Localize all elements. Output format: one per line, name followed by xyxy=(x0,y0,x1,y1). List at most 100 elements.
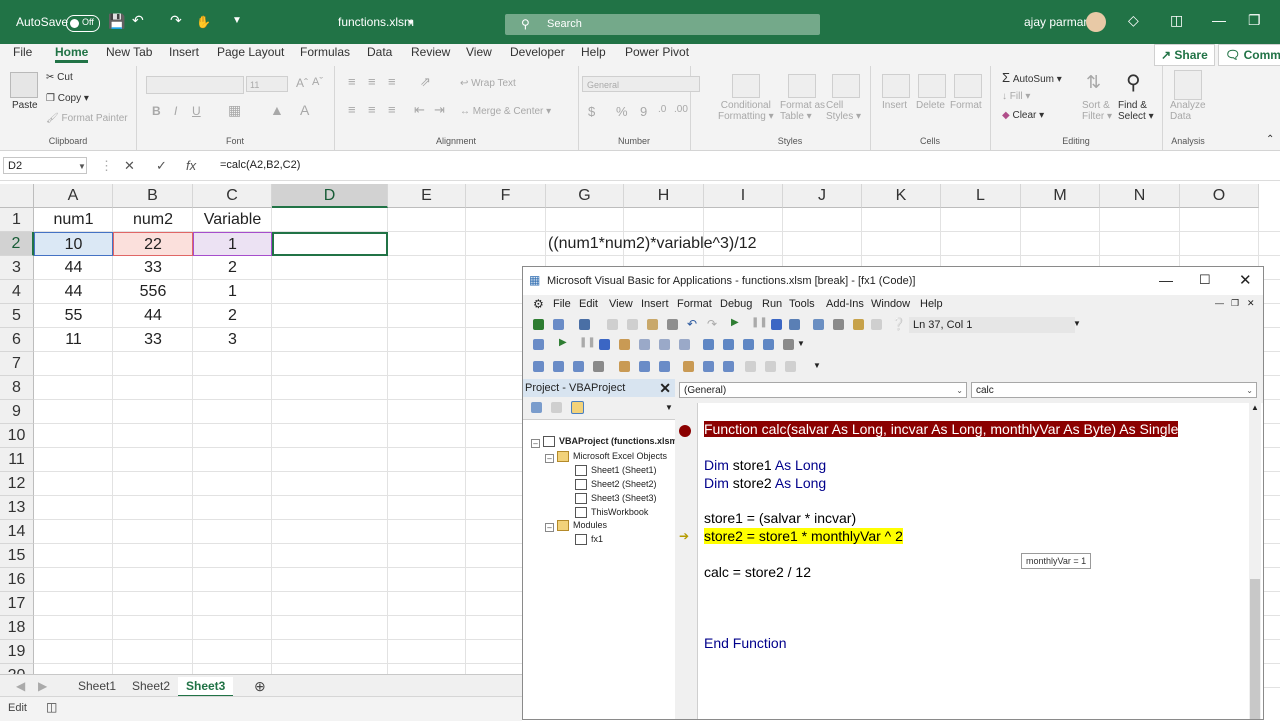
tab-review[interactable]: Review xyxy=(411,45,450,59)
cell-b4[interactable]: 556 xyxy=(113,280,193,304)
ribbon-display-icon[interactable]: ◫ xyxy=(1170,12,1183,29)
undo-icon[interactable]: ↶ xyxy=(132,12,144,29)
insert-cells-button[interactable]: Insert xyxy=(882,100,907,111)
format-cells-button[interactable]: Format xyxy=(950,100,982,111)
delete-cells-button[interactable]: Delete xyxy=(916,100,945,111)
formula-note[interactable]: ((num1*num2)*variable^3)/12 xyxy=(548,232,848,256)
immediate-window-icon[interactable] xyxy=(723,339,734,350)
column-header-g[interactable]: G xyxy=(546,184,624,208)
redo-icon[interactable]: ↷ xyxy=(707,317,717,331)
cell-b2[interactable]: 22 xyxy=(113,232,193,256)
enter-icon[interactable]: ✓ xyxy=(156,158,167,174)
add-sheet-icon[interactable]: ⊕ xyxy=(246,677,274,695)
file-title[interactable]: functions.xlsm xyxy=(338,15,414,29)
scrollbar-thumb[interactable] xyxy=(1250,579,1260,719)
breakpoint-icon[interactable] xyxy=(679,425,691,437)
column-header-b[interactable]: B xyxy=(113,184,193,208)
tree-item-thisworkbook[interactable]: ThisWorkbook xyxy=(575,507,648,519)
accounting-format-icon[interactable]: $ xyxy=(588,104,595,119)
toolbar-options-icon[interactable]: ▼ xyxy=(1073,319,1081,328)
decrease-decimal-icon[interactable]: .00 xyxy=(674,104,688,115)
cell-c2[interactable]: 1 xyxy=(193,232,272,256)
vba-menu-insert[interactable]: Insert xyxy=(641,298,669,310)
row-header-8[interactable]: 8 xyxy=(0,376,34,400)
close-icon[interactable]: ✕ xyxy=(657,379,671,397)
touch-mode-icon[interactable]: ✋ xyxy=(196,15,211,29)
align-center-icon[interactable]: ≡ xyxy=(368,102,376,117)
outdent-icon[interactable] xyxy=(659,361,670,372)
properties-icon[interactable] xyxy=(833,319,844,330)
row-header-16[interactable]: 16 xyxy=(0,568,34,592)
fill-button[interactable]: ↓ Fill ▾ xyxy=(1002,91,1030,102)
find-icon[interactable] xyxy=(667,319,678,330)
align-right-icon[interactable]: ≡ xyxy=(388,102,396,117)
align-bottom-icon[interactable]: ≡ xyxy=(388,74,396,89)
minimize-icon[interactable]: — xyxy=(1159,272,1173,288)
vba-menu-run[interactable]: Run xyxy=(762,298,782,310)
tab-developer[interactable]: Developer xyxy=(510,45,565,59)
row-header-13[interactable]: 13 xyxy=(0,496,34,520)
cut-icon[interactable] xyxy=(607,319,618,330)
scroll-up-icon[interactable]: ▲ xyxy=(1251,403,1259,412)
bold-icon[interactable]: B xyxy=(152,104,161,118)
quick-info-icon[interactable] xyxy=(573,361,584,372)
locals-window-icon[interactable] xyxy=(703,339,714,350)
scroll-right-icon[interactable]: ▶ xyxy=(30,677,55,695)
orientation-icon[interactable]: ⇗ xyxy=(420,74,431,90)
call-stack-icon[interactable] xyxy=(783,339,794,350)
parameter-info-icon[interactable] xyxy=(593,361,604,372)
uncomment-block-icon[interactable] xyxy=(703,361,714,372)
code-line-dim-store2[interactable]: Dim store2 As Long xyxy=(704,475,826,491)
borders-icon[interactable]: ▦ xyxy=(228,102,241,119)
paste-button[interactable]: Paste xyxy=(12,100,38,111)
clear-button[interactable]: ◆ Clear ▾ xyxy=(1002,110,1044,121)
cut-button[interactable]: ✂ Cut xyxy=(46,72,73,83)
tab-data[interactable]: Data xyxy=(367,45,392,59)
list-properties-icon[interactable] xyxy=(533,361,544,372)
comments-button[interactable]: 🗨 Comme xyxy=(1218,44,1280,66)
column-header-e[interactable]: E xyxy=(388,184,466,208)
save-icon[interactable] xyxy=(579,319,590,330)
cell-b6[interactable]: 33 xyxy=(113,328,193,352)
cell-header-c[interactable]: Variable xyxy=(193,208,272,232)
macro-record-icon[interactable]: ◫ xyxy=(46,700,57,714)
sheet-tab-sheet2[interactable]: Sheet2 xyxy=(124,677,178,695)
comment-block-icon[interactable] xyxy=(683,361,694,372)
copy-icon[interactable] xyxy=(627,319,638,330)
align-top-icon[interactable]: ≡ xyxy=(348,74,356,89)
copy-button[interactable]: ❐ Copy ▾ xyxy=(46,93,89,104)
font-name-combo[interactable] xyxy=(146,76,244,94)
shrink-font-icon[interactable]: Aˇ xyxy=(312,76,323,88)
code-line-signature[interactable]: Function calc(salvar As Long, incvar As … xyxy=(704,421,1179,437)
row-header-7[interactable]: 7 xyxy=(0,352,34,376)
quick-watch-icon[interactable] xyxy=(763,339,774,350)
column-header-l[interactable]: L xyxy=(941,184,1021,208)
help-icon[interactable]: ❔ xyxy=(891,317,906,331)
sheet-tab-sheet3[interactable]: Sheet3 xyxy=(178,677,234,698)
vba-excel-icon[interactable]: ⚙ xyxy=(533,297,544,311)
column-header-k[interactable]: K xyxy=(862,184,941,208)
next-bookmark-icon[interactable] xyxy=(745,361,756,372)
cell-a2[interactable]: 10 xyxy=(34,232,113,256)
indent-icon[interactable] xyxy=(639,361,650,372)
toolbar-options-icon[interactable]: ▼ xyxy=(813,361,821,370)
cell-a4[interactable]: 44 xyxy=(34,280,113,304)
column-header-d[interactable]: D xyxy=(272,184,388,208)
align-middle-icon[interactable]: ≡ xyxy=(368,74,376,89)
autosum-button[interactable]: Σ AutoSum ▾ xyxy=(1002,70,1062,85)
formula-input[interactable]: =calc(A2,B2,C2) xyxy=(220,159,300,171)
row-header-17[interactable]: 17 xyxy=(0,592,34,616)
cell-c4[interactable]: 1 xyxy=(193,280,272,304)
row-header-9[interactable]: 9 xyxy=(0,400,34,424)
comma-style-icon[interactable]: 9 xyxy=(640,104,647,119)
code-line-store2[interactable]: store2 = store1 * monthlyVar ^ 2 xyxy=(704,528,903,544)
column-header-h[interactable]: H xyxy=(624,184,704,208)
procedure-combo[interactable]: calc ⌄ xyxy=(971,382,1257,398)
row-header-3[interactable]: 3 xyxy=(0,256,34,280)
column-header-a[interactable]: A xyxy=(34,184,113,208)
design-mode-icon[interactable] xyxy=(789,319,800,330)
insert-module-icon[interactable] xyxy=(553,319,564,330)
row-header-10[interactable]: 10 xyxy=(0,424,34,448)
customize-qat-icon[interactable]: ▼ xyxy=(232,15,242,26)
tab-new-tab[interactable]: New Tab xyxy=(106,45,152,59)
